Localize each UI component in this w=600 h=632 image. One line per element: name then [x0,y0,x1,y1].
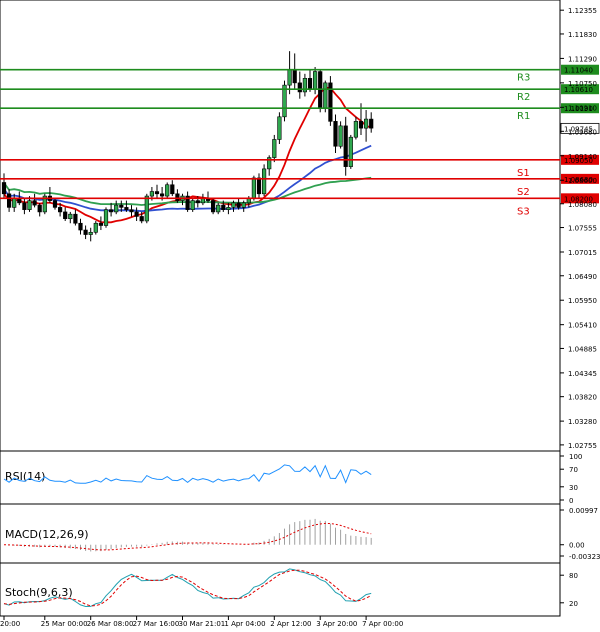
time-tick-label: 2 Apr 12:00 [270,620,311,628]
candle [42,193,47,215]
price-tick-label: 1.11290 [568,55,597,63]
level-name: R2 [517,92,530,103]
stoch-title: Stoch(9,6,3) [5,586,73,599]
forex-chart: R31.11040R21.10610R11.10190S11.09050S21.… [0,0,600,632]
candle [328,76,333,126]
time-tick-label: 7 Apr 00:00 [362,620,403,628]
candle [343,116,348,176]
macd-title: MACD(12,26,9) [5,528,89,541]
candle [211,198,216,215]
candle [93,220,98,235]
level-value: 1.11040 [564,67,593,75]
price-tick-label: 1.11830 [568,31,597,39]
price-tick-label: 1.10750 [568,80,597,88]
indicator-tick-label: 0 [569,497,573,505]
time-tick-label: 1 Apr 04:00 [224,620,265,628]
time-tick-label: 27 Mar 16:00 [133,620,180,628]
candle [282,80,287,122]
time-tick-label: 20:00 [0,620,20,628]
price-tick-label: 1.05950 [568,297,597,305]
price-tick-label: 1.06490 [568,273,597,281]
price-tick-label: 1.03280 [568,418,597,426]
price-tick-label: 1.08080 [568,201,597,209]
price-tick-label: 1.07015 [568,249,597,257]
level-name: S2 [517,187,530,198]
price-tick-label: 1.08600 [568,177,597,185]
indicator-tick-label: -0.003235 [569,553,600,561]
time-tick-label: 26 Mar 08:00 [87,620,134,628]
level-name: S1 [517,168,530,179]
candle [348,134,353,169]
stochastic-panel: Stoch(9,6,3) 80 20 [0,562,578,617]
price-tick-label: 1.09680 [568,128,597,136]
level-name: R1 [517,111,530,122]
macd-panel: MACD(12,26,9) 0.00997 0.00 -0.003235 [0,503,600,564]
price-tick-label: 1.10210 [568,104,597,112]
price-tick-label: 1.02755 [568,442,597,450]
candle [318,69,323,113]
time-tick-label: 25 Mar 00:00 [41,620,88,628]
price-tick-label: 1.07555 [568,225,597,233]
rsi-panel: RSI(14) 10070300 [0,450,582,505]
price-tick-label: 1.05410 [568,322,597,330]
price-tick-label: 1.09140 [568,153,597,161]
indicator-tick-label: 80 [569,572,578,580]
candle [103,207,109,228]
indicator-tick-label: 0.00 [569,542,585,550]
candle [261,164,267,197]
price-tick-label: 1.04885 [568,345,597,353]
indicator-tick-label: 100 [569,453,582,461]
indicator-tick-label: 20 [569,600,578,608]
candle [277,112,282,144]
level-name: R3 [517,73,530,84]
indicator-tick-label: 30 [569,484,578,492]
indicator-tick-label: 70 [569,466,578,474]
level-name: S3 [517,206,530,217]
price-panel: R31.11040R21.10610R11.10190S11.09050S21.… [0,0,600,452]
candle [190,198,195,212]
time-tick-label: 3 Apr 20:00 [316,620,357,628]
indicator-tick-label: 0.00997 [569,507,598,515]
price-tick-label: 1.04345 [568,370,597,378]
price-tick-label: 1.03820 [568,394,597,402]
price-tick-label: 1.12355 [568,7,597,15]
time-tick-label: 30 Mar 21:01 [179,620,226,628]
candle [165,182,170,199]
